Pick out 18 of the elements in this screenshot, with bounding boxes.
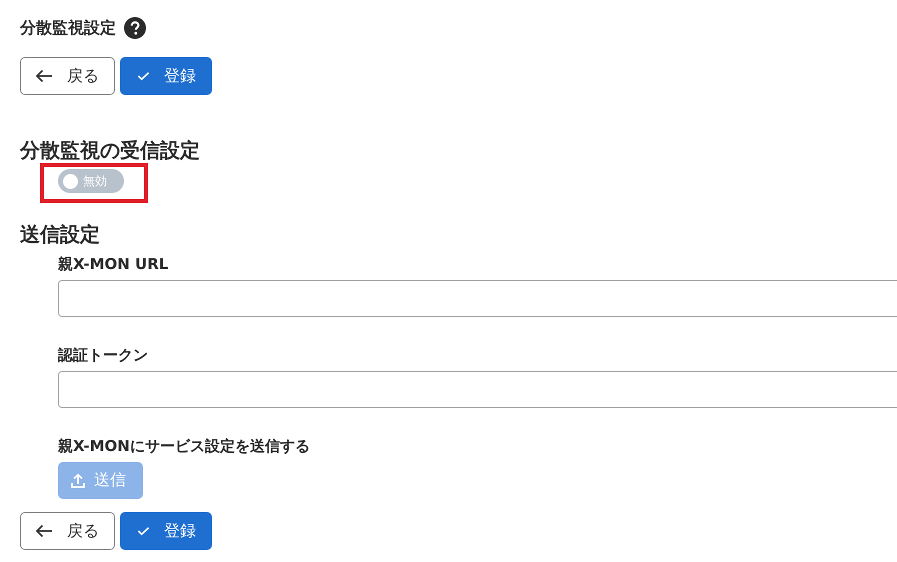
back-button[interactable]: 戻る	[20, 512, 115, 550]
input-field[interactable]	[58, 280, 897, 317]
section-heading: 分散監視の受信設定	[20, 138, 201, 162]
section-heading: 送信設定	[20, 222, 101, 246]
check-icon	[137, 526, 150, 536]
check-icon	[137, 71, 150, 81]
input-field[interactable]	[58, 371, 897, 408]
left-arrow-icon	[35, 524, 53, 538]
field-label: 親X-MON URL	[58, 254, 168, 274]
left-arrow-icon	[35, 69, 53, 83]
page-title: 分散監視設定	[20, 18, 116, 38]
upload-icon	[70, 472, 86, 488]
register-button[interactable]: 登録	[120, 512, 212, 550]
help-icon[interactable]	[124, 17, 146, 39]
register-button[interactable]: 登録	[120, 57, 212, 95]
field-label: 認証トークン	[58, 345, 148, 365]
back-button[interactable]: 戻る	[20, 57, 115, 95]
field-label: 親X-MONにサービス設定を送信する	[58, 436, 310, 456]
